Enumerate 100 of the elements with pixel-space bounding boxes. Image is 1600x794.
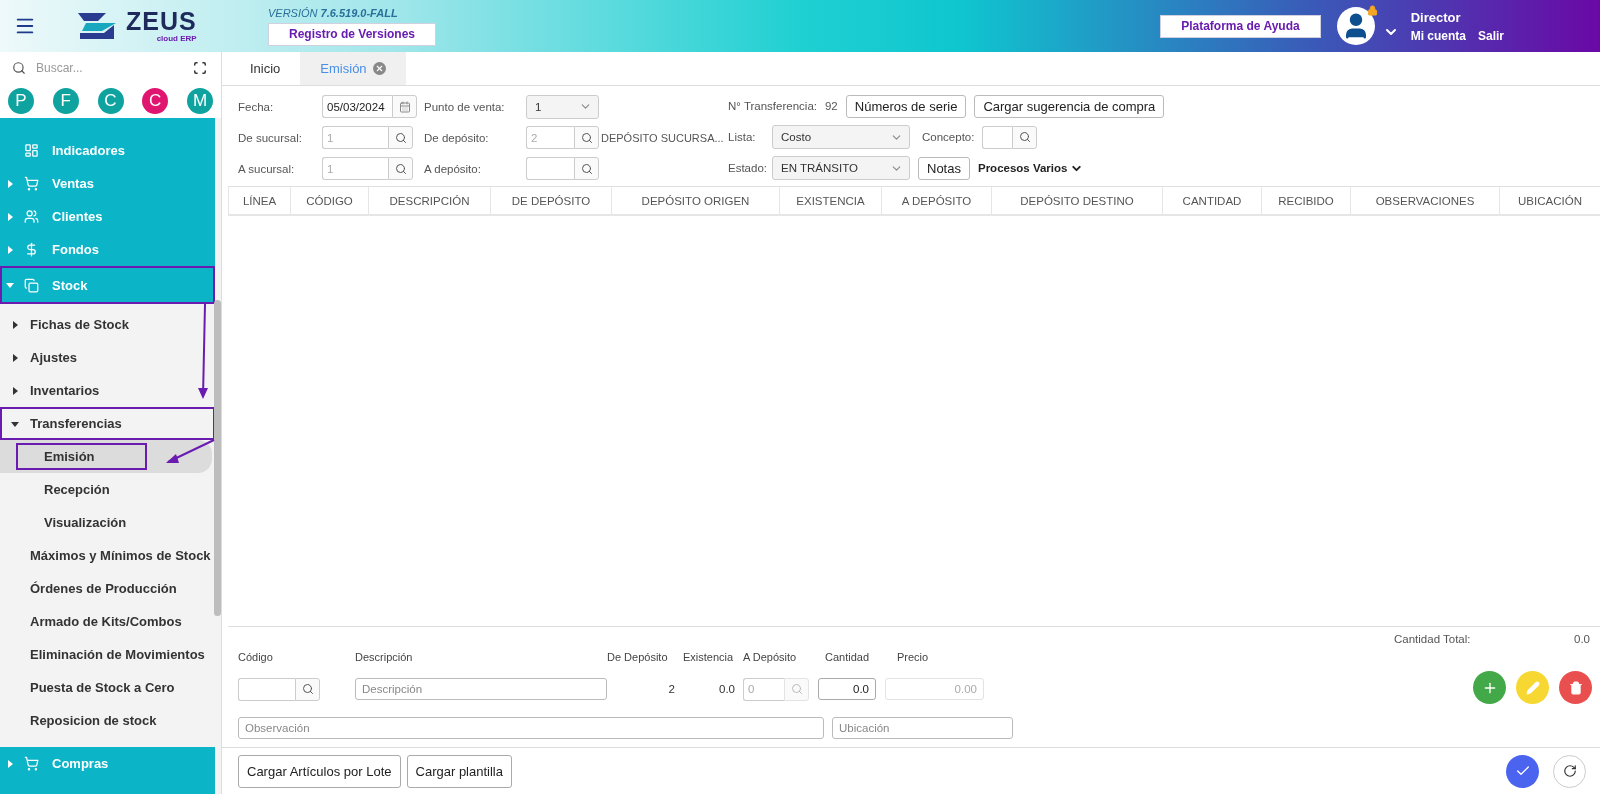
sidebar-item[interactable]: Puesta de Stock a Cero <box>0 671 215 704</box>
field-label: De sucursal: <box>238 131 303 144</box>
search-icon <box>394 131 407 144</box>
sidebar-item[interactable]: Recepción <box>0 473 212 506</box>
select-field[interactable]: 1 <box>526 94 599 119</box>
search-icon <box>394 162 407 175</box>
fullscreen-icon[interactable] <box>193 61 207 75</box>
caret-right-icon <box>11 320 19 329</box>
avatar[interactable] <box>1336 7 1375 45</box>
logo-tagline: cloud ERP <box>156 34 197 43</box>
field-label: Concepto: <box>922 131 975 143</box>
sidebar-item[interactable]: Transferencias <box>0 407 215 440</box>
select-field[interactable]: Costo <box>772 125 910 149</box>
search-icon <box>790 683 803 695</box>
column-header: DE DEPÓSITO <box>490 187 611 214</box>
help-button[interactable]: Plataforma de Ayuda <box>1160 14 1321 38</box>
sidebar-item[interactable]: Inventarios <box>0 374 215 407</box>
column-header: A DEPÓSITO <box>881 187 991 214</box>
sidebar-item[interactable]: Armado de Kits/Combos <box>0 605 215 638</box>
calendar-button[interactable] <box>392 95 417 118</box>
location-field[interactable]: Ubicación <box>832 717 1013 739</box>
menu-item-icon <box>24 277 39 293</box>
notes-button[interactable]: Notas <box>918 156 970 180</box>
refresh-icon <box>1562 764 1577 778</box>
field-label: Punto de venta: <box>424 100 506 113</box>
column-header: DEPÓSITO DESTINO <box>991 187 1162 214</box>
sidebar-item[interactable]: Fichas de Stock <box>0 308 215 341</box>
search-icon <box>301 683 314 695</box>
search-button[interactable] <box>1012 125 1038 149</box>
version-text: VERSIÓN 7.6.519.0-FALL <box>268 6 399 19</box>
column-header: DEPÓSITO ORIGEN <box>611 187 779 214</box>
sidebar-item[interactable]: Visualización <box>0 506 212 539</box>
search-bar[interactable]: Buscar... <box>0 52 221 84</box>
refresh-button[interactable] <box>1553 754 1586 788</box>
search-icon <box>1018 131 1031 143</box>
load-button[interactable]: Cargar Artículos por Lote <box>238 754 401 788</box>
column-header: CANTIDAD <box>1162 187 1261 214</box>
column-header: LÍNEA <box>228 187 290 214</box>
description-field[interactable]: Descripción <box>355 678 607 700</box>
sidebar-item[interactable]: Eliminación de Movimientos <box>0 638 215 671</box>
quantity-field[interactable]: 0.0 <box>818 678 876 700</box>
dropdown-menu[interactable]: Procesos Varios <box>977 161 1084 175</box>
deposit-name: DEPÓSITO SUCURSA... <box>601 131 721 144</box>
column-header: UBICACIÓN <box>1499 187 1600 214</box>
tab[interactable]: Inicio <box>230 52 301 85</box>
transfer-number: 92 <box>824 100 838 112</box>
search-field[interactable]: Buscar... <box>34 60 185 76</box>
search-button[interactable] <box>574 157 599 180</box>
load-button[interactable]: Cargar plantilla <box>406 754 512 788</box>
observation-field[interactable]: Observación <box>238 717 824 739</box>
shortcut-button[interactable]: C <box>142 88 169 114</box>
search-button[interactable] <box>388 157 413 180</box>
trash-icon <box>1568 680 1583 695</box>
caret-right-icon <box>6 179 14 188</box>
search-icon <box>12 61 26 75</box>
logout-link[interactable]: Salir <box>1478 28 1504 43</box>
annotation-arrow <box>166 439 215 463</box>
caret-down-icon <box>6 281 14 289</box>
menu-item-icon <box>24 209 39 224</box>
search-icon <box>580 162 593 175</box>
calendar-icon <box>398 100 411 113</box>
search-button[interactable] <box>388 126 413 149</box>
sidebar-item[interactable]: Ajustes <box>0 341 215 374</box>
caret-right-icon <box>11 353 19 362</box>
field-label: Existencia <box>683 651 735 665</box>
versions-button[interactable]: Registro de Versiones <box>268 22 437 46</box>
search-button[interactable] <box>574 126 599 149</box>
scrollbar[interactable] <box>214 300 221 616</box>
column-header: CÓDIGO <box>290 187 368 214</box>
close-icon[interactable] <box>372 62 386 75</box>
input-field[interactable] <box>982 125 1013 149</box>
field-label: De Depósito <box>607 651 669 665</box>
action-button[interactable]: Cargar sugerencia de compra <box>974 94 1165 118</box>
stock-value: 0.0 <box>719 683 735 695</box>
field-label: N° Transferencia: <box>728 100 817 112</box>
caret-right-icon <box>6 212 14 221</box>
add-button[interactable] <box>1473 671 1506 704</box>
field-label: Precio <box>896 651 930 665</box>
confirm-button[interactable] <box>1506 754 1539 788</box>
user-role: Director <box>1410 9 1462 25</box>
menu-item-icon <box>24 242 39 257</box>
account-link[interactable]: Mi cuenta <box>1410 28 1466 43</box>
pencil-icon <box>1525 680 1540 695</box>
delete-button[interactable] <box>1559 671 1592 704</box>
input-field[interactable] <box>526 157 574 180</box>
field-label: Código <box>238 651 274 665</box>
action-button[interactable]: Números de serie <box>845 94 967 118</box>
search-icon <box>580 131 593 144</box>
column-header: RECIBIDO <box>1261 187 1350 214</box>
search-button[interactable] <box>295 677 320 701</box>
select-field[interactable]: EN TRÁNSITO <box>772 156 910 180</box>
column-header: OBSERVACIONES <box>1350 187 1499 214</box>
caret-right-icon <box>11 386 19 395</box>
sidebar-item[interactable]: Órdenes de Producción <box>0 572 215 605</box>
sidebar-item[interactable]: Reposicion de stock <box>0 704 215 737</box>
date-field[interactable]: 05/03/2024 <box>322 95 392 118</box>
sidebar-item[interactable]: Emisión <box>0 440 212 473</box>
code-field[interactable] <box>238 677 295 701</box>
from-deposit-value: 2 <box>668 683 675 695</box>
sidebar-item[interactable]: Máximos y Mínimos de Stock <box>0 539 215 572</box>
